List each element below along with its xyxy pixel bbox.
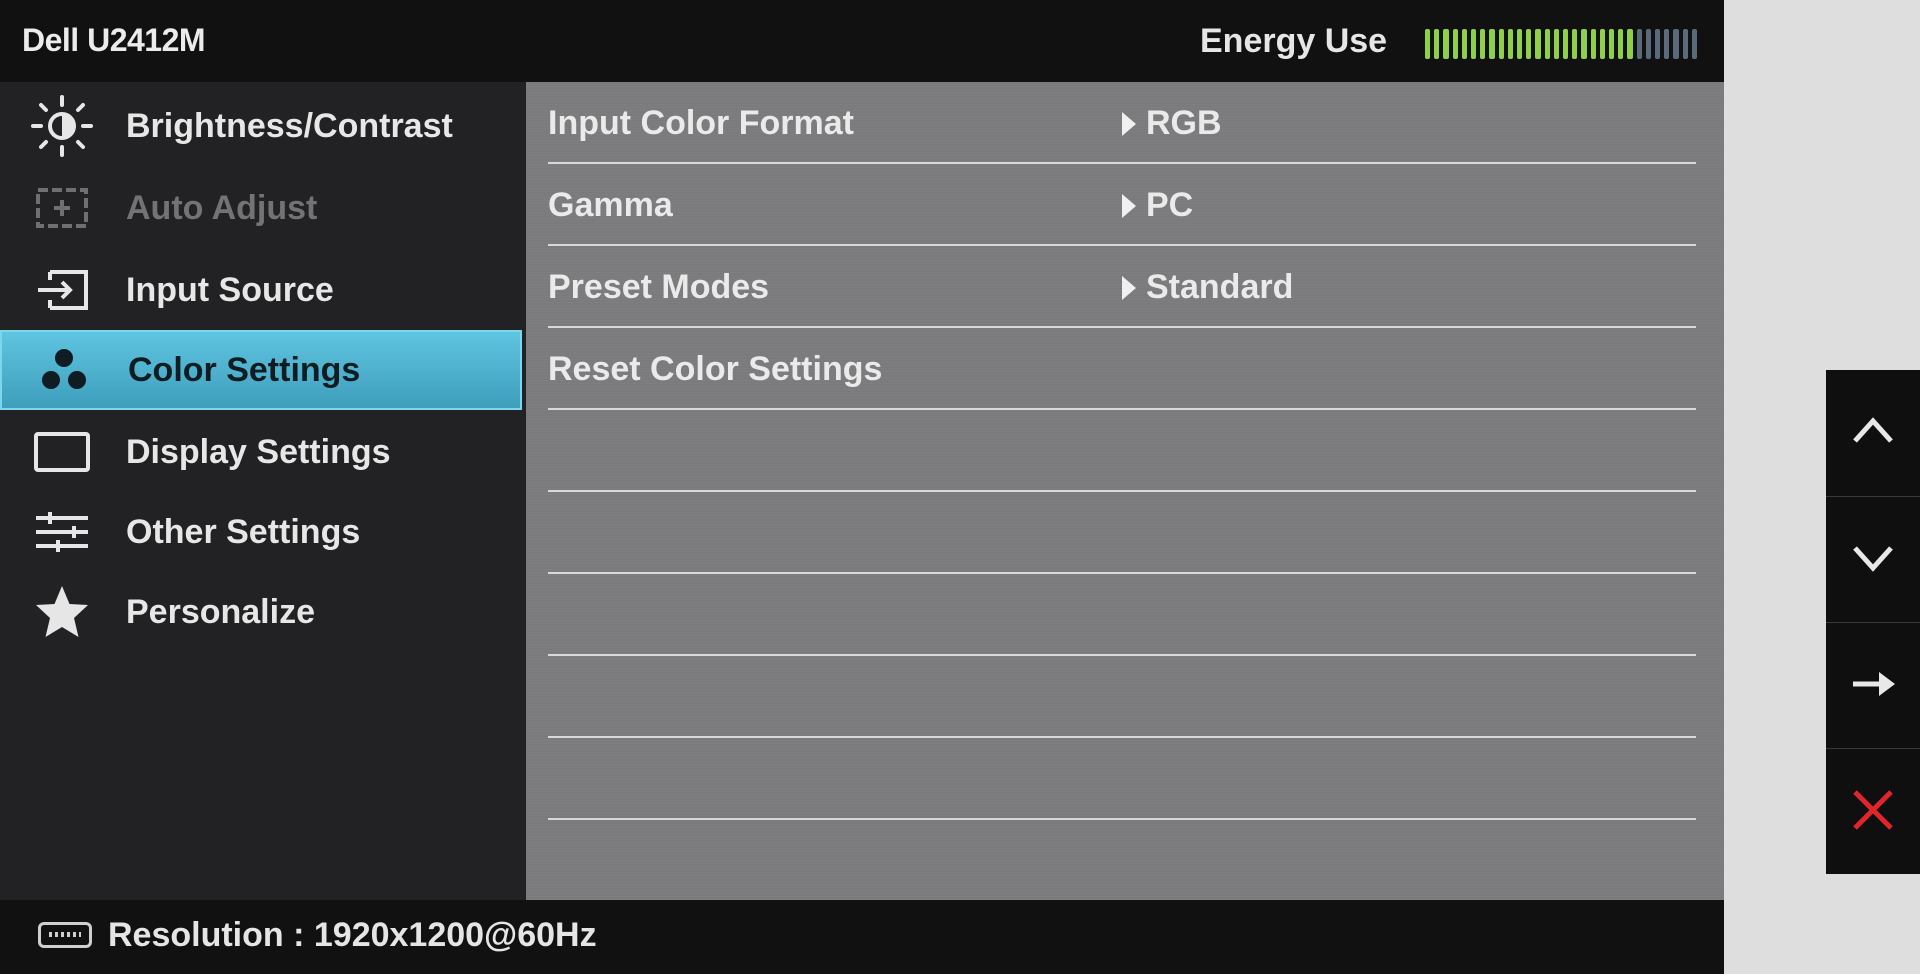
- empty-row: [548, 738, 1696, 820]
- energy-segment: [1664, 29, 1670, 59]
- energy-use-label: Energy Use: [1200, 22, 1388, 60]
- menu-item-brightness-contrast[interactable]: Brightness/Contrast: [0, 86, 522, 166]
- menu-item-label: Display Settings: [126, 432, 391, 471]
- menu-item-auto-adjust[interactable]: Auto Adjust: [0, 168, 522, 248]
- brightness-icon: [30, 94, 94, 158]
- submenu-arrow-icon: [1122, 194, 1136, 218]
- main-menu: Brightness/Contrast Auto Adjust Input So…: [0, 82, 526, 900]
- displayport-icon: [38, 922, 92, 948]
- submenu-arrow-icon: [1122, 112, 1136, 136]
- up-arrow-icon: [1849, 407, 1897, 460]
- energy-segment: [1526, 29, 1532, 59]
- menu-item-label: Input Source: [126, 270, 334, 309]
- star-icon: [30, 580, 94, 644]
- energy-segment: [1434, 29, 1440, 59]
- energy-segment: [1691, 29, 1698, 59]
- energy-use-meter: [1425, 29, 1698, 59]
- energy-segment: [1489, 29, 1495, 59]
- setting-label: Reset Color Settings: [548, 350, 883, 388]
- setting-row-gamma[interactable]: Gamma PC: [548, 164, 1696, 246]
- energy-segment: [1471, 29, 1477, 59]
- color-settings-icon: [32, 338, 96, 402]
- energy-segment: [1452, 29, 1458, 59]
- submenu-arrow-icon: [1122, 276, 1136, 300]
- empty-row: [548, 656, 1696, 738]
- header-bar: Dell U2412M Energy Use: [0, 0, 1724, 82]
- energy-segment: [1498, 29, 1504, 59]
- energy-segment: [1618, 29, 1624, 59]
- up-button[interactable]: [1826, 370, 1920, 496]
- setting-row-input-color-format[interactable]: Input Color Format RGB: [548, 82, 1696, 164]
- menu-item-input-source[interactable]: Input Source: [0, 250, 522, 330]
- energy-segment: [1572, 29, 1578, 59]
- empty-row: [548, 492, 1696, 574]
- empty-row: [548, 574, 1696, 656]
- monitor-model: Dell U2412M: [22, 22, 206, 58]
- menu-item-label: Color Settings: [128, 350, 361, 389]
- exit-x-icon: [1849, 786, 1897, 839]
- energy-segment: [1673, 29, 1679, 59]
- color-settings-panel: Input Color Format RGB Gamma PC Preset M…: [526, 82, 1724, 900]
- osd-button-strip: [1826, 370, 1920, 874]
- energy-segment: [1507, 29, 1514, 59]
- menu-item-other-settings[interactable]: Other Settings: [0, 492, 522, 572]
- setting-label: Preset Modes: [548, 268, 770, 306]
- empty-row: [548, 410, 1696, 492]
- menu-item-personalize[interactable]: Personalize: [0, 572, 522, 652]
- menu-item-label: Brightness/Contrast: [126, 106, 453, 145]
- menu-item-label: Auto Adjust: [126, 188, 318, 227]
- monitor-osd: Dell U2412M Energy Use Brightness/Contra…: [0, 0, 1724, 974]
- input-source-icon: [30, 258, 94, 322]
- menu-item-color-settings[interactable]: Color Settings: [0, 330, 522, 410]
- setting-value: RGB: [1146, 104, 1222, 142]
- other-settings-icon: [30, 500, 94, 564]
- resolution-text: Resolution : 1920x1200@60Hz: [108, 916, 597, 954]
- energy-segment: [1553, 29, 1560, 59]
- auto-adjust-icon: [30, 176, 94, 240]
- setting-row-reset-color-settings[interactable]: Reset Color Settings: [548, 328, 1696, 410]
- energy-segment: [1535, 29, 1541, 59]
- energy-segment: [1581, 29, 1587, 59]
- menu-item-display-settings[interactable]: Display Settings: [0, 412, 522, 492]
- menu-item-label: Other Settings: [126, 512, 361, 551]
- setting-row-preset-modes[interactable]: Preset Modes Standard: [548, 246, 1696, 328]
- energy-segment: [1443, 29, 1449, 59]
- status-bar: Resolution : 1920x1200@60Hz: [0, 900, 1724, 974]
- energy-segment: [1480, 29, 1486, 59]
- energy-segment: [1517, 29, 1523, 59]
- energy-segment: [1563, 29, 1569, 59]
- setting-label: Gamma: [548, 186, 673, 224]
- enter-button[interactable]: [1826, 622, 1920, 749]
- setting-value: Standard: [1146, 268, 1294, 306]
- energy-segment: [1609, 29, 1615, 59]
- down-arrow-icon: [1849, 534, 1897, 587]
- energy-segment: [1599, 29, 1606, 59]
- down-button[interactable]: [1826, 496, 1920, 623]
- energy-segment: [1590, 29, 1596, 59]
- energy-segment: [1645, 29, 1652, 59]
- energy-segment: [1682, 29, 1688, 59]
- energy-segment: [1627, 29, 1633, 59]
- right-arrow-icon: [1849, 660, 1897, 713]
- setting-value: PC: [1146, 186, 1194, 224]
- display-settings-icon: [30, 420, 94, 484]
- energy-segment: [1461, 29, 1468, 59]
- menu-item-label: Personalize: [126, 592, 315, 631]
- energy-segment: [1425, 29, 1431, 59]
- energy-segment: [1655, 29, 1661, 59]
- energy-segment: [1544, 29, 1550, 59]
- setting-label: Input Color Format: [548, 104, 854, 142]
- exit-button[interactable]: [1826, 748, 1920, 875]
- energy-segment: [1636, 29, 1642, 59]
